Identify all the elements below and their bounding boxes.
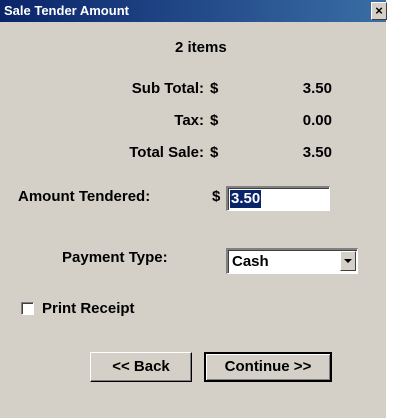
amount-tendered-label: Amount Tendered: (18, 188, 151, 205)
total-sale-currency: $ (210, 144, 219, 161)
back-button[interactable]: << Back (90, 352, 192, 382)
amount-tendered-currency: $ (212, 188, 221, 205)
title-bar[interactable]: Sale Tender Amount (0, 0, 386, 22)
print-receipt-checkbox[interactable] (21, 302, 34, 315)
total-sale-label: Total Sale: (129, 144, 204, 161)
back-button-label: << Back (112, 358, 170, 375)
continue-button[interactable]: Continue >> (204, 352, 332, 382)
payment-type-label: Payment Type: (62, 249, 168, 266)
sub-total-currency: $ (210, 80, 219, 97)
sale-tender-dialog: Sale Tender Amount × 2 items Sub Total: … (0, 0, 387, 418)
amount-tendered-input[interactable]: 3.50 (226, 186, 330, 211)
close-icon: × (375, 3, 383, 18)
continue-button-label: Continue >> (224, 358, 312, 375)
window-title: Sale Tender Amount (4, 3, 129, 18)
tax-value: 0.00 (302, 112, 332, 129)
dropdown-button[interactable] (340, 251, 356, 271)
payment-type-select[interactable]: Cash (226, 248, 358, 274)
chevron-down-icon (344, 259, 352, 263)
total-sale-value: 3.50 (302, 144, 332, 161)
sub-total-value: 3.50 (302, 80, 332, 97)
close-button[interactable]: × (371, 2, 387, 20)
payment-type-value: Cash (232, 253, 269, 270)
sub-total-label: Sub Total: (131, 80, 204, 97)
tax-currency: $ (210, 112, 219, 129)
amount-tendered-value: 3.50 (230, 190, 262, 208)
tax-label: Tax: (174, 112, 204, 129)
print-receipt-label[interactable]: Print Receipt (42, 300, 135, 317)
items-count: 2 items (175, 39, 227, 56)
